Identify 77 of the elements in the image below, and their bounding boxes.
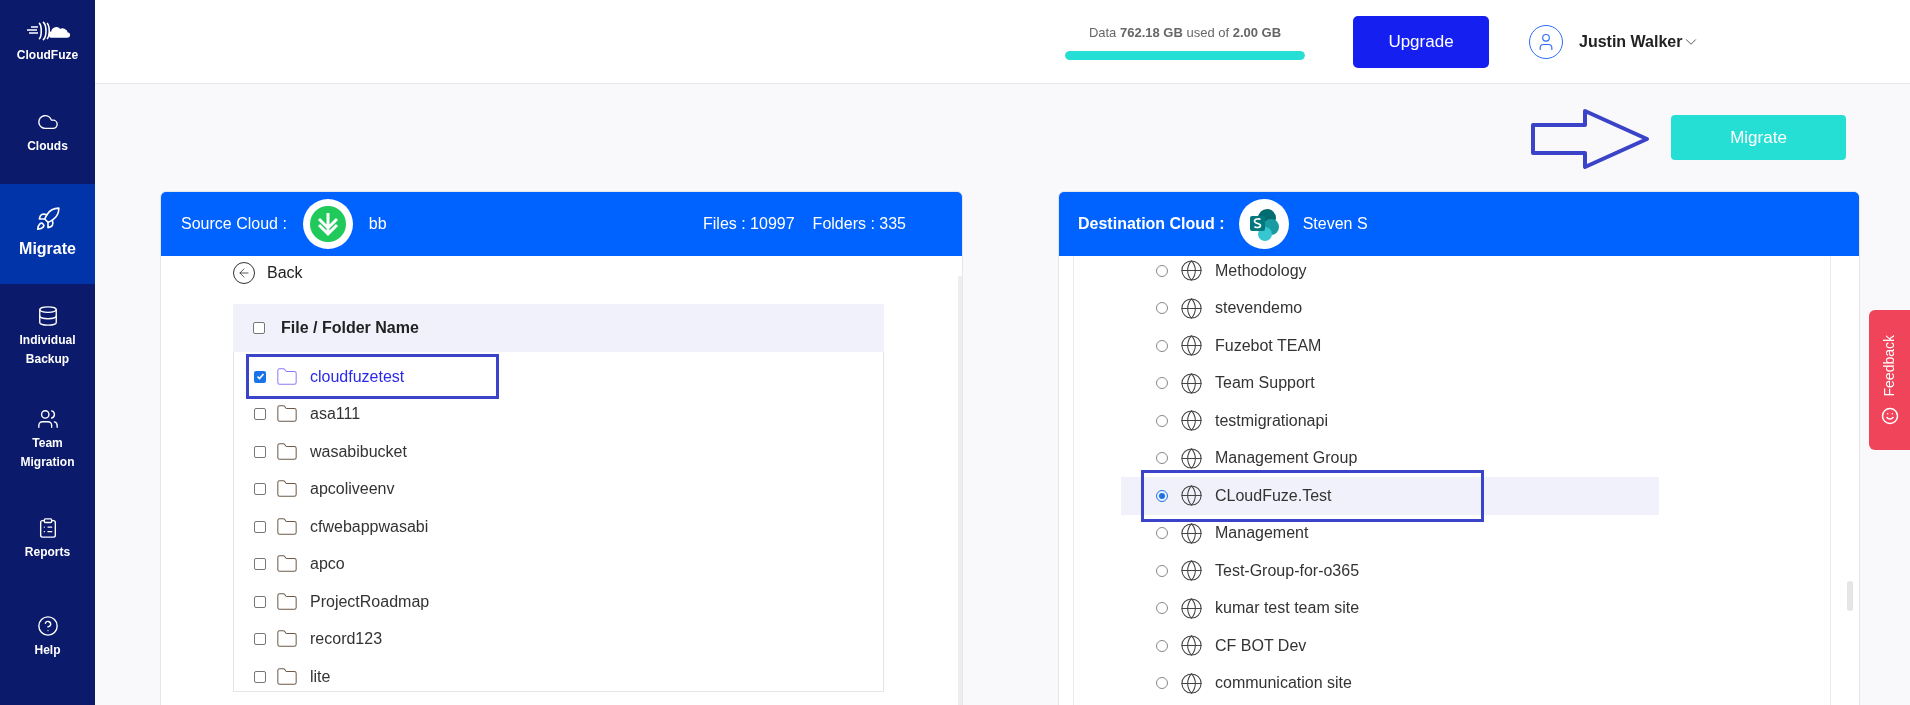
globe-icon — [1180, 596, 1203, 620]
site-name[interactable]: testmigrationapi — [1215, 408, 1328, 433]
folder-name[interactable]: wasabibucket — [310, 439, 407, 464]
globe-icon — [1180, 634, 1203, 658]
nav-item[interactable]: Reports — [0, 490, 95, 590]
checkbox[interactable] — [254, 520, 266, 533]
cloud-logo-icon — [302, 199, 353, 249]
globe-icon — [1180, 259, 1203, 283]
site-name[interactable]: stevendemo — [1215, 296, 1303, 321]
logo-icon — [24, 20, 71, 42]
checkbox[interactable] — [253, 322, 265, 334]
arrow-outline-icon — [1531, 108, 1651, 169]
folder-icon — [276, 440, 298, 463]
storage-usage: Data 762.18 GB used of 2.00 GB — [1087, 24, 1283, 43]
database-icon — [36, 304, 59, 327]
column-header: File / Folder Name — [281, 318, 419, 338]
panel-label: Destination Cloud : — [1078, 214, 1225, 234]
file-count: Files : 10997 — [703, 214, 795, 234]
folder-name[interactable]: cloudfuzetest — [310, 364, 405, 389]
site-name[interactable]: Methodology — [1215, 258, 1307, 283]
checkbox[interactable] — [254, 595, 266, 608]
checkbox[interactable] — [254, 445, 266, 458]
site-name[interactable]: Team Support — [1215, 371, 1315, 396]
checkbox[interactable] — [254, 483, 266, 496]
folder-name[interactable]: lite — [310, 664, 331, 689]
nav-item[interactable]: Individual Backup — [0, 284, 95, 390]
cloud-logo-icon — [1238, 199, 1289, 249]
account-name: bb — [368, 214, 387, 234]
help-icon — [36, 614, 59, 637]
brand-name: CloudFuze — [16, 47, 79, 64]
folder-icon — [276, 515, 298, 538]
globe-icon — [1180, 371, 1203, 395]
site-name[interactable]: CLoudFuze.Test — [1215, 483, 1332, 508]
site-name[interactable]: Fuzebot TEAM — [1215, 333, 1322, 358]
folder-name[interactable]: apco — [310, 552, 345, 577]
user-name[interactable]: Justin Walker — [1579, 29, 1683, 54]
smile-icon — [1880, 406, 1899, 425]
checkbox[interactable] — [254, 558, 266, 571]
folder-name[interactable]: cfwebappwasabi — [310, 514, 429, 539]
globe-icon — [1180, 409, 1203, 433]
site-name[interactable]: CF BOT Dev — [1215, 633, 1307, 658]
upgrade-button[interactable]: Upgrade — [1353, 15, 1489, 68]
globe-icon — [1180, 334, 1203, 358]
folder-name[interactable]: apcoliveenv — [310, 477, 395, 502]
folder-icon — [276, 590, 298, 613]
back-button[interactable]: Back — [233, 258, 303, 288]
feedback-tab[interactable]: Feedback — [1869, 310, 1910, 450]
people-icon — [36, 407, 59, 430]
folder-icon — [276, 365, 298, 388]
panel-label: Source Cloud : — [181, 214, 287, 234]
folder-name[interactable]: asa111 — [310, 402, 361, 427]
scrollbar-thumb — [1847, 581, 1853, 611]
site-name[interactable]: kumar test team site — [1215, 596, 1360, 621]
site-name[interactable]: Management Group — [1215, 446, 1358, 471]
folder-count: Folders : 335 — [812, 214, 906, 234]
globe-icon — [1180, 484, 1203, 508]
site-name[interactable]: Management — [1215, 521, 1309, 546]
globe-icon — [1180, 521, 1203, 545]
account-name: Steven S — [1302, 214, 1368, 234]
globe-icon — [1180, 296, 1203, 320]
folder-name[interactable]: record123 — [310, 627, 383, 652]
nav-item[interactable]: Help — [0, 590, 95, 685]
checkbox[interactable] — [254, 370, 266, 383]
nav-item[interactable]: Migrate — [0, 184, 95, 284]
site-name[interactable]: communication site — [1215, 671, 1352, 696]
folder-name[interactable]: ProjectRoadmap — [310, 589, 430, 614]
globe-icon — [1180, 559, 1203, 583]
site-name[interactable]: Test-Group-for-o365 — [1215, 558, 1360, 583]
nav-item[interactable]: Clouds — [0, 84, 95, 184]
checkbox[interactable] — [254, 633, 266, 646]
checkbox[interactable] — [254, 670, 266, 683]
nav-item[interactable]: Team Migration — [0, 390, 95, 490]
globe-icon — [1180, 446, 1203, 470]
rocket-icon — [34, 206, 61, 233]
globe-icon — [1180, 671, 1203, 695]
checkbox[interactable] — [254, 408, 266, 421]
folder-icon — [276, 665, 298, 688]
